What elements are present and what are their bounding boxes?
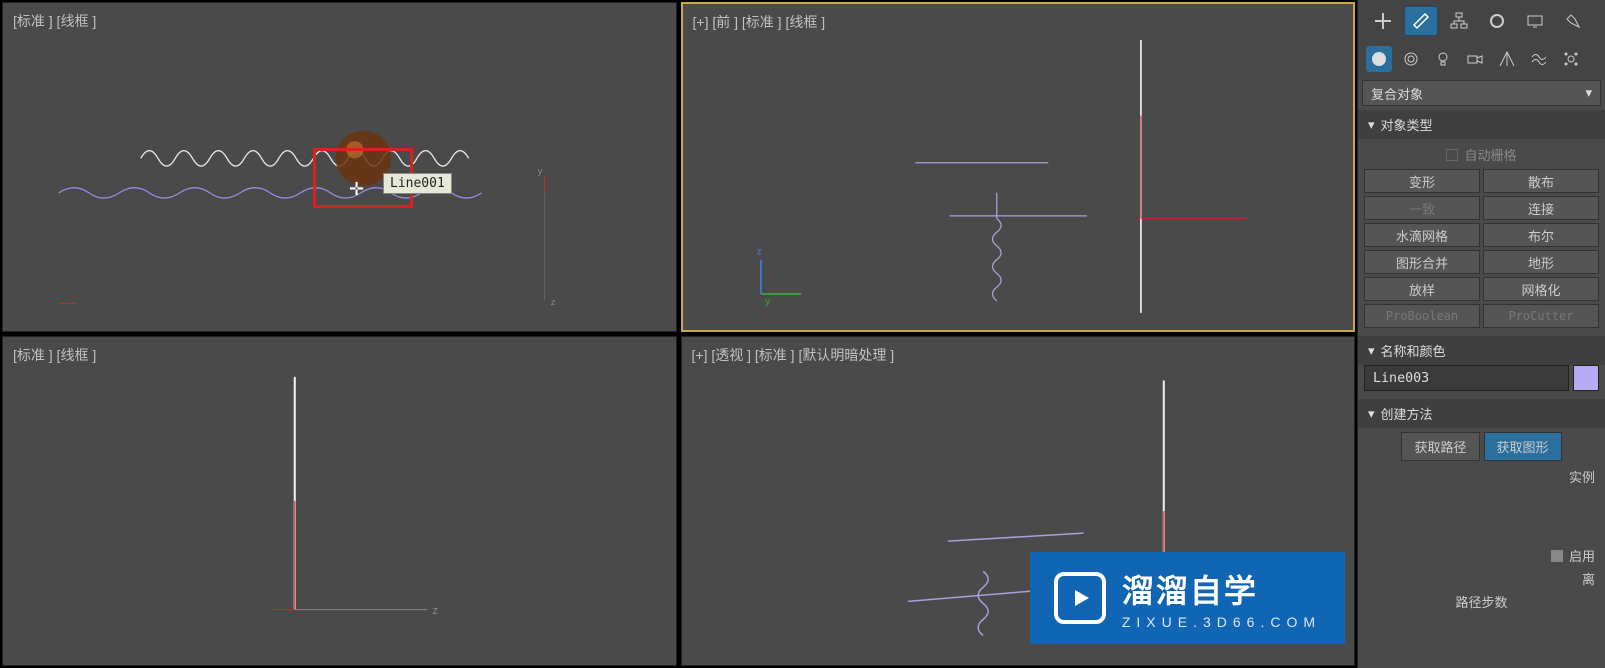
watermark-url: ZIXUE.3D66.COM bbox=[1122, 614, 1321, 630]
watermark-title: 溜溜自学 bbox=[1122, 566, 1321, 612]
create-category-row bbox=[1358, 42, 1605, 80]
utilities-tab-icon[interactable] bbox=[1556, 6, 1590, 36]
svg-text:z: z bbox=[432, 605, 438, 617]
btn-connect[interactable]: 连接 bbox=[1483, 196, 1599, 220]
btn-mesher[interactable]: 网格化 bbox=[1483, 277, 1599, 301]
rollout-creation-method[interactable]: ▾ 创建方法 bbox=[1358, 399, 1605, 428]
hover-tooltip: Line001 bbox=[383, 173, 452, 194]
viewport-canvas[interactable]: z y bbox=[683, 4, 1354, 330]
viewport-top-right[interactable]: [+] [前 ] [标准 ] [线框 ] z y bbox=[681, 2, 1356, 332]
color-swatch[interactable] bbox=[1573, 365, 1599, 391]
triangle-down-icon: ▾ bbox=[1368, 343, 1375, 359]
viewport-canvas[interactable]: y z bbox=[3, 3, 676, 331]
lights-icon[interactable] bbox=[1430, 46, 1456, 72]
systems-icon[interactable] bbox=[1558, 46, 1584, 72]
svg-text:z: z bbox=[551, 297, 556, 308]
viewport-label: [标准 ] [线框 ] bbox=[13, 11, 96, 31]
instance-radio-row[interactable]: 实例 bbox=[1358, 465, 1605, 488]
helpers-icon[interactable] bbox=[1494, 46, 1520, 72]
instance-label: 实例 bbox=[1569, 467, 1595, 486]
cameras-icon[interactable] bbox=[1462, 46, 1488, 72]
auto-grid-label: 自动栅格 bbox=[1464, 145, 1516, 164]
btn-loft[interactable]: 放样 bbox=[1364, 277, 1480, 301]
object-type-body: 自动栅格 变形 散布 一致 连接 水滴网格 布尔 图形合并 地形 放样 网格化 … bbox=[1358, 139, 1605, 332]
viewport-bottom-left[interactable]: [标准 ] [线框 ] z bbox=[2, 336, 677, 666]
object-button-grid: 变形 散布 一致 连接 水滴网格 布尔 图形合并 地形 放样 网格化 ProBo… bbox=[1364, 169, 1599, 328]
auto-grid-row: 自动栅格 bbox=[1364, 143, 1599, 166]
dropdown-label: 复合对象 bbox=[1371, 84, 1423, 103]
svg-text:z: z bbox=[756, 247, 761, 258]
btn-proboolean[interactable]: ProBoolean bbox=[1364, 304, 1480, 328]
rollout-object-type[interactable]: ▾ 对象类型 bbox=[1358, 110, 1605, 139]
viewport-canvas[interactable]: z bbox=[3, 337, 676, 665]
path-steps-label: 路径步数 bbox=[1358, 590, 1605, 613]
btn-procutter[interactable]: ProCutter bbox=[1483, 304, 1599, 328]
enable-checkbox-row[interactable]: 启用 bbox=[1358, 544, 1605, 567]
get-path-button[interactable]: 获取路径 bbox=[1401, 432, 1479, 461]
modify-tab-icon[interactable] bbox=[1404, 6, 1438, 36]
name-color-body bbox=[1358, 365, 1605, 395]
btn-boolean[interactable]: 布尔 bbox=[1483, 223, 1599, 247]
viewport-top-left[interactable]: [标准 ] [线框 ] y z ✛ Line001 bbox=[2, 2, 677, 332]
viewport-label: [+] [透视 ] [标准 ] [默认明暗处理 ] bbox=[692, 345, 895, 365]
checkbox-checked-icon bbox=[1551, 550, 1563, 562]
rollout-name-color[interactable]: ▾ 名称和颜色 bbox=[1358, 336, 1605, 365]
rollout-title: 名称和颜色 bbox=[1381, 341, 1446, 360]
object-name-input[interactable] bbox=[1364, 365, 1569, 391]
btn-blobmesh[interactable]: 水滴网格 bbox=[1364, 223, 1480, 247]
viewport-label: [+] [前 ] [标准 ] [线框 ] bbox=[693, 12, 826, 32]
chevron-down-icon: ▾ bbox=[1585, 85, 1592, 101]
triangle-down-icon: ▾ bbox=[1368, 117, 1375, 133]
btn-scatter[interactable]: 散布 bbox=[1483, 169, 1599, 193]
option-li: 离 bbox=[1358, 567, 1605, 590]
checkbox-icon[interactable] bbox=[1446, 149, 1458, 161]
main-tab-row bbox=[1358, 0, 1605, 42]
create-tab-icon[interactable] bbox=[1366, 6, 1400, 36]
display-tab-icon[interactable] bbox=[1518, 6, 1552, 36]
spacewarps-icon[interactable] bbox=[1526, 46, 1552, 72]
btn-morph[interactable]: 变形 bbox=[1364, 169, 1480, 193]
play-logo-icon bbox=[1054, 572, 1106, 624]
rollout-title: 对象类型 bbox=[1381, 115, 1433, 134]
shapes-icon[interactable] bbox=[1398, 46, 1424, 72]
rollout-title: 创建方法 bbox=[1381, 404, 1433, 423]
triangle-down-icon: ▾ bbox=[1368, 406, 1375, 422]
object-category-dropdown[interactable]: 复合对象 ▾ bbox=[1362, 80, 1601, 106]
creation-method-body: 获取路径 获取图形 bbox=[1358, 428, 1605, 465]
motion-tab-icon[interactable] bbox=[1480, 6, 1514, 36]
get-shape-button[interactable]: 获取图形 bbox=[1484, 432, 1562, 461]
btn-shapemerge[interactable]: 图形合并 bbox=[1364, 250, 1480, 274]
geometry-icon[interactable] bbox=[1366, 46, 1392, 72]
watermark-overlay: 溜溜自学 ZIXUE.3D66.COM bbox=[1030, 552, 1345, 644]
hierarchy-tab-icon[interactable] bbox=[1442, 6, 1476, 36]
btn-conform[interactable]: 一致 bbox=[1364, 196, 1480, 220]
command-panel: 复合对象 ▾ ▾ 对象类型 自动栅格 变形 散布 一致 连接 水滴网格 布尔 图… bbox=[1357, 0, 1605, 668]
svg-text:y: y bbox=[538, 166, 543, 177]
btn-terrain[interactable]: 地形 bbox=[1483, 250, 1599, 274]
viewport-label: [标准 ] [线框 ] bbox=[13, 345, 96, 365]
svg-text:y: y bbox=[765, 296, 771, 307]
enable-label: 启用 bbox=[1569, 546, 1595, 565]
